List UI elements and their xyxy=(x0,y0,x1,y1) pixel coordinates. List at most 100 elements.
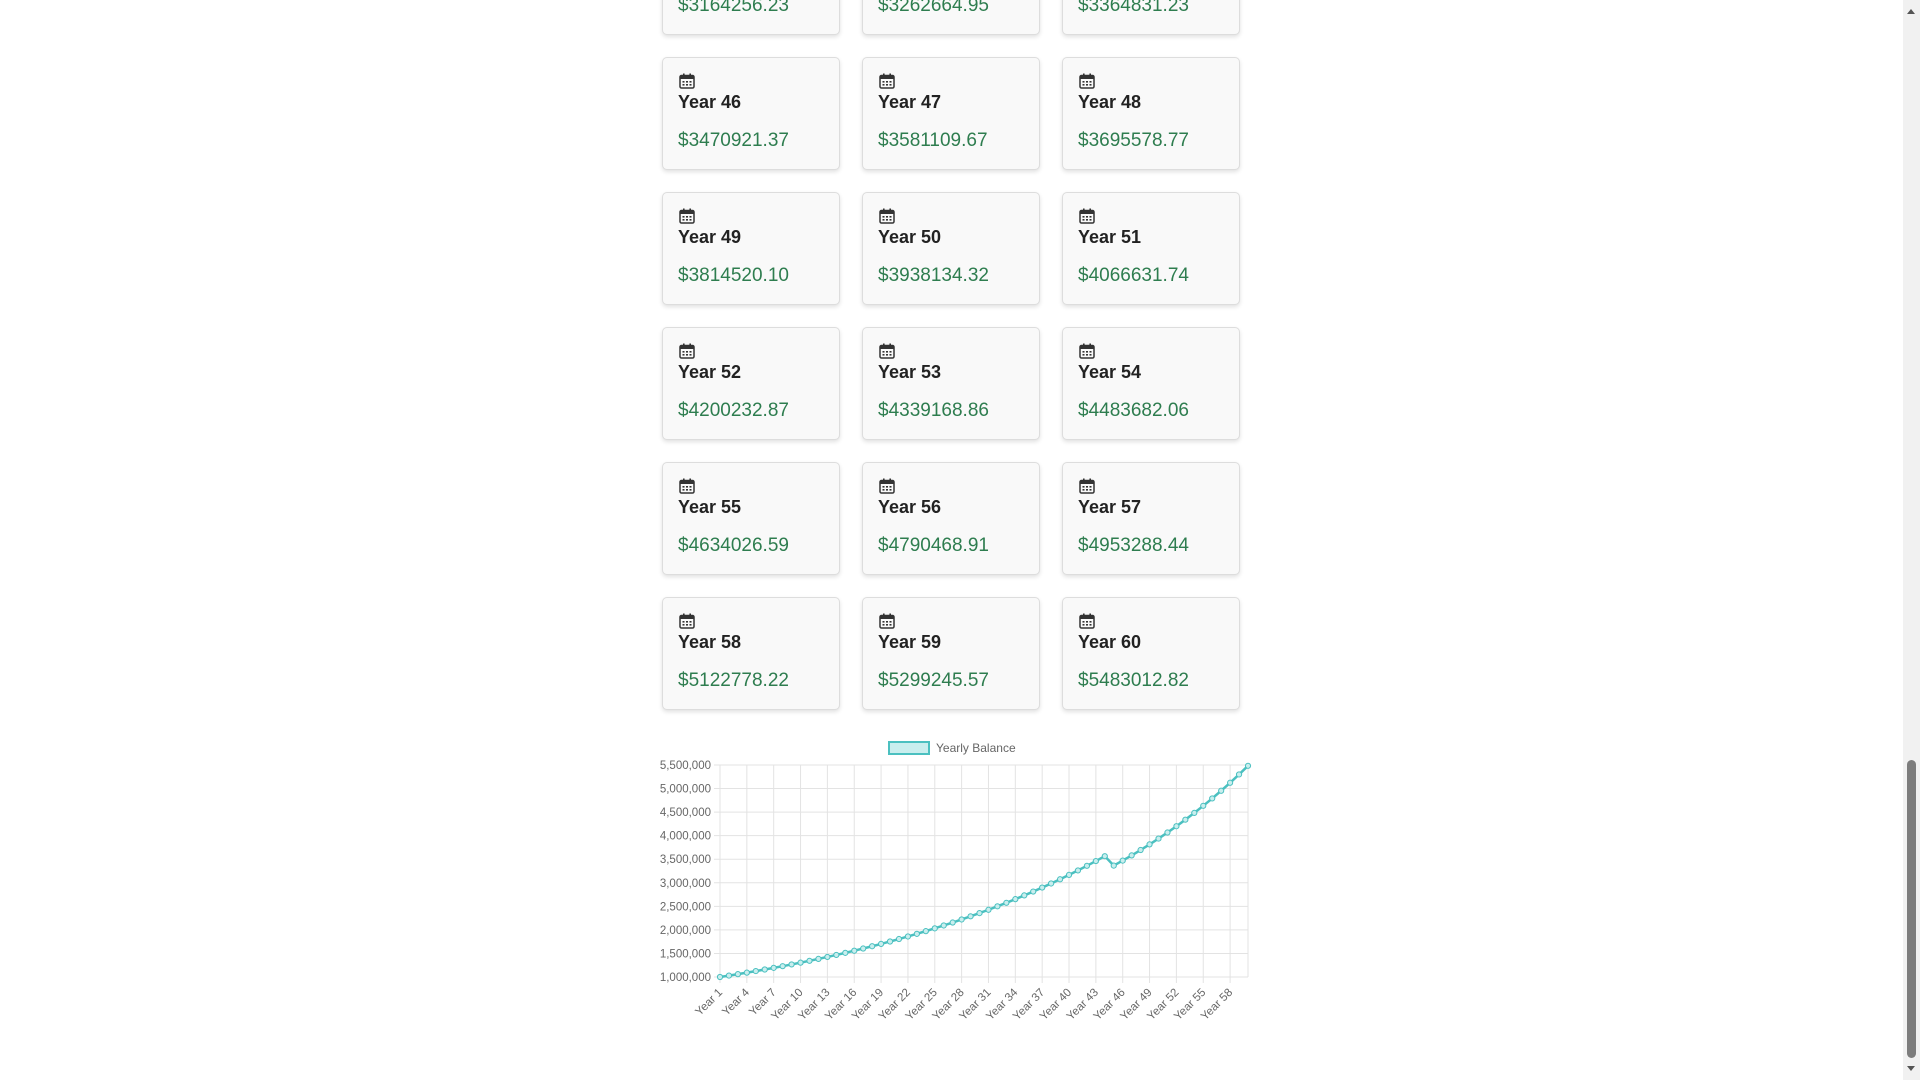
y-tick-label: 1,500,000 xyxy=(660,948,711,960)
data-point xyxy=(922,928,929,935)
data-point xyxy=(1110,862,1117,869)
data-point xyxy=(797,959,804,966)
year-label: Year 46 xyxy=(678,92,742,112)
y-tick-label: 2,500,000 xyxy=(660,901,711,913)
balance-amount: $3262664.95 xyxy=(878,0,989,16)
year-card: Year 51 $4066631.74 xyxy=(1062,192,1240,305)
calendar-icon xyxy=(879,343,895,359)
year-label: Year 57 xyxy=(1078,497,1142,517)
calendar-icon xyxy=(679,73,695,89)
year-card: $3262664.95 xyxy=(862,0,1040,35)
data-point xyxy=(913,930,920,937)
year-label: Year 59 xyxy=(878,632,942,652)
balance-amount: $4066631.74 xyxy=(1078,265,1189,286)
data-point xyxy=(994,903,1001,910)
year-card: Year 47 $3581109.67 xyxy=(862,57,1040,170)
year-label: Year 58 xyxy=(678,632,742,652)
y-tick-label: 4,500,000 xyxy=(660,807,711,819)
year-label: Year 49 xyxy=(678,227,742,247)
data-point xyxy=(1056,876,1064,883)
y-tick-label: 4,000,000 xyxy=(660,831,711,843)
data-point xyxy=(779,963,786,970)
data-point xyxy=(725,972,733,979)
data-point xyxy=(931,925,938,932)
data-point xyxy=(1065,871,1073,879)
year-label: Year 48 xyxy=(1078,92,1142,112)
year-card: Year 54 $4483682.06 xyxy=(1062,327,1240,440)
year-card: Year 56 $4790468.91 xyxy=(862,462,1040,575)
data-point xyxy=(734,971,741,978)
data-point xyxy=(1074,867,1082,874)
year-card: Year 48 $3695578.77 xyxy=(1062,57,1240,170)
balance-amount: $3164256.23 xyxy=(678,0,789,16)
x-tick-label: Year 4 xyxy=(720,986,752,1018)
data-point xyxy=(1003,899,1010,906)
year-label: Year 56 xyxy=(878,497,942,517)
data-point xyxy=(895,935,903,943)
calendar-icon xyxy=(1079,208,1095,224)
year-card: Year 60 $5483012.82 xyxy=(1062,597,1240,710)
y-tick-label: 5,500,000 xyxy=(660,760,711,772)
balance-amount: $5122778.22 xyxy=(678,670,789,691)
year-card: Year 50 $3938134.32 xyxy=(862,192,1040,305)
data-point xyxy=(967,913,974,920)
balance-amount: $4790468.91 xyxy=(878,535,989,556)
series-line xyxy=(719,764,1249,979)
data-point xyxy=(1021,892,1028,899)
balance-amount: $5299245.57 xyxy=(878,670,989,691)
data-point xyxy=(1164,829,1171,836)
legend-label: Yearly Balance xyxy=(936,741,1016,755)
yearly-balance-chart: Yearly Balance 1,000,000 1,500,000 2,000,00… xyxy=(640,730,1260,1040)
year-card: $3364831.23 xyxy=(1062,0,1240,35)
calendar-icon xyxy=(679,478,695,494)
data-point xyxy=(1101,853,1108,860)
chart-svg: Yearly Balance 1,000,000 1,500,000 2,000,00… xyxy=(660,741,1252,1023)
balance-amount: $3938134.32 xyxy=(878,265,989,286)
year-card: Year 49 $3814520.10 xyxy=(662,192,840,305)
scroll-down-arrow-icon[interactable] xyxy=(1907,1066,1915,1071)
year-card: Year 53 $4339168.86 xyxy=(862,327,1040,440)
data-point xyxy=(716,973,724,981)
balance-amount: $4483682.06 xyxy=(1078,400,1189,421)
x-tick-label: Year 1 xyxy=(693,987,725,1019)
data-point xyxy=(788,961,795,968)
scroll-up-arrow-icon[interactable] xyxy=(1907,9,1915,14)
calendar-icon xyxy=(1079,343,1095,359)
data-point xyxy=(985,906,992,913)
legend-swatch xyxy=(888,741,930,755)
data-point xyxy=(1137,846,1144,854)
data-point xyxy=(1083,862,1091,869)
data-point xyxy=(743,969,750,976)
year-card: Year 46 $3470921.37 xyxy=(662,57,840,170)
data-point xyxy=(806,957,813,964)
balance-amount: $3581109.67 xyxy=(878,130,988,151)
data-point xyxy=(1128,852,1135,859)
data-point xyxy=(1155,835,1162,842)
year-card: Year 52 $4200232.87 xyxy=(662,327,840,440)
data-point xyxy=(1191,809,1198,816)
data-point xyxy=(770,964,777,971)
balance-amount: $3695578.77 xyxy=(1078,130,1189,151)
data-point xyxy=(860,945,867,952)
data-point xyxy=(851,947,858,954)
data-point xyxy=(886,938,894,945)
scroll-thumb[interactable] xyxy=(1907,760,1916,1058)
data-point xyxy=(940,922,947,929)
y-tick-label: 5,000,000 xyxy=(660,784,711,796)
data-point xyxy=(1146,841,1153,848)
data-point xyxy=(877,940,885,948)
data-point xyxy=(1119,857,1126,864)
year-label: Year 53 xyxy=(878,362,942,382)
year-label: Year 51 xyxy=(1078,227,1142,247)
calendar-icon xyxy=(679,613,695,629)
year-label: Year 47 xyxy=(878,92,942,112)
calendar-icon xyxy=(679,343,695,359)
data-point xyxy=(815,955,822,962)
data-point xyxy=(761,966,768,973)
calendar-icon xyxy=(679,208,695,224)
page-scrollbar[interactable] xyxy=(1903,0,1920,1080)
data-point xyxy=(1200,802,1207,809)
y-tick-label: 1,000,000 xyxy=(660,972,711,984)
balance-amount: $5483012.82 xyxy=(1078,670,1189,691)
year-label: Year 55 xyxy=(678,497,742,517)
